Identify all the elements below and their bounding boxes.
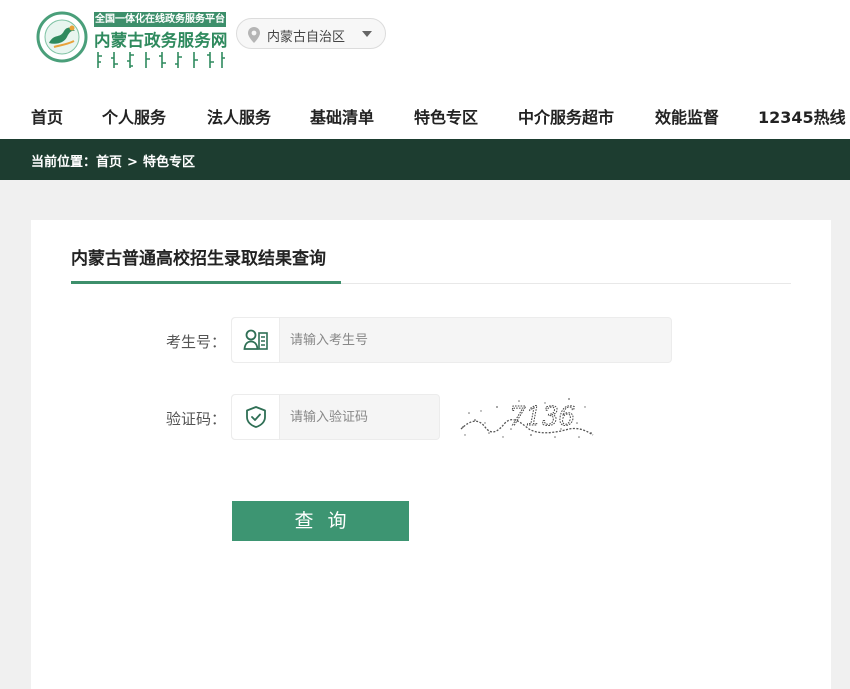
nav-item-legal-entity-services[interactable]: 法人服务 [207,104,271,128]
pin-icon [248,27,260,43]
captcha-label: 验证码： [166,410,227,428]
exam-number-input[interactable] [290,329,660,351]
exam-number-label: 考生号： [166,333,227,351]
caret-down-icon [362,31,372,37]
captcha-icon-box [232,395,280,439]
breadcrumb-home-link[interactable]: 首页 [96,151,122,170]
nav-item-hotline[interactable]: 12345热线 [758,104,846,128]
title-underline [71,281,341,284]
nav-item-personal-services[interactable]: 个人服务 [102,104,166,128]
nav-item-efficiency-supervision[interactable]: 效能监督 [655,104,719,128]
breadcrumb: 当前位置：首页 > 特色专区 [31,151,195,170]
breadcrumb-current[interactable]: 特色专区 [143,151,195,170]
captcha-text: 7136 [509,402,575,432]
exam-number-icon-box [232,318,280,362]
site-logo[interactable]: 全国一体化在线政务服务平台 内蒙古政务服务网 [36,10,236,72]
logo-tagline: 全国一体化在线政务服务平台 [94,12,226,27]
id-card-icon [243,329,268,350]
emblem-logo [36,11,88,63]
query-button[interactable]: 查询 [232,501,409,541]
breadcrumb-separator: > [127,155,138,170]
nav-item-basic-list[interactable]: 基础清单 [310,104,374,128]
shield-check-icon [246,406,266,428]
nav-item-intermediary-market[interactable]: 中介服务超市 [518,104,614,128]
region-selector[interactable]: 内蒙古自治区 [236,18,386,49]
exam-number-field[interactable] [231,317,672,363]
captcha-field[interactable] [231,394,440,440]
query-panel: 内蒙古普通高校招生录取结果查询 考生号： 验证码： [31,220,831,689]
mongolian-script-logo [97,52,225,68]
breadcrumb-bar: 当前位置：首页 > 特色专区 [0,139,850,180]
breadcrumb-prefix: 当前位置： [31,155,97,170]
region-label: 内蒙古自治区 [267,30,346,45]
site-header: 全国一体化在线政务服务平台 内蒙古政务服务网 内蒙古自治区 首页 个人服务 法人… [0,0,850,139]
nav-item-home[interactable]: 首页 [31,104,63,128]
captcha-image[interactable]: 7136 [459,393,595,441]
page-title: 内蒙古普通高校招生录取结果查询 [71,249,326,269]
logo-title: 内蒙古政务服务网 [94,31,228,50]
captcha-input[interactable] [290,406,430,428]
main-nav: 首页 个人服务 法人服务 基础清单 特色专区 中介服务超市 效能监督 12345… [0,96,850,136]
nav-item-special-zone[interactable]: 特色专区 [414,104,478,128]
